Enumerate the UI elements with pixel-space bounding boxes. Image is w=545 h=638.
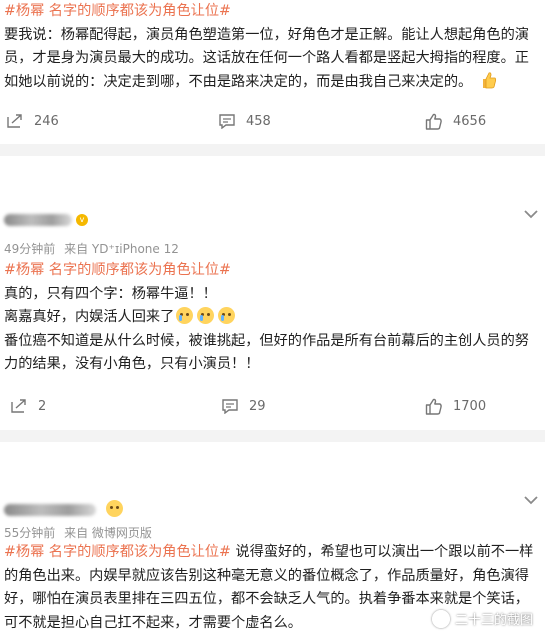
post-1-body: 要我说：杨幂配得起，演员角色塑造第一位，好角色才是正解。能让人想起角色的演员，才… <box>4 26 529 90</box>
post-time: 55分钟前 <box>4 526 56 540</box>
post-1-text: #杨幂 名字的顺序都该为角色让位# 要我说：杨幂配得起，演员角色塑造第一位，好角… <box>0 0 545 94</box>
comment-button[interactable]: 29 <box>221 393 266 419</box>
smiling-emoji-icon <box>106 500 123 517</box>
watermark-logo-icon <box>431 609 450 628</box>
post-time: 49分钟前 <box>4 242 56 256</box>
repost-icon <box>11 399 26 413</box>
blurred-username[interactable] <box>4 504 96 516</box>
repost-count: 246 <box>34 113 59 129</box>
like-button[interactable]: 4656 <box>425 108 486 134</box>
weibo-comment-feed: #杨幂 名字的顺序都该为角色让位# 要我说：杨幂配得起，演员角色塑造第一位，好角… <box>0 0 545 638</box>
repost-icon <box>7 114 22 128</box>
post-2-line-2: 离嘉真好，内娱活人回来了 <box>4 309 175 325</box>
post-3-meta: 55分钟前 来自 微博网页版 <box>4 524 157 541</box>
watermark: 二十三的截图 <box>431 609 533 628</box>
chevron-down-icon[interactable] <box>523 208 539 220</box>
post-separator <box>0 144 545 156</box>
crying-emoji-icon <box>176 307 194 324</box>
post-source: 来自 YD⁺ɪiPhone 12 <box>64 242 179 256</box>
comment-icon <box>219 114 235 129</box>
post-2-meta: 49分钟前 来自 YD⁺ɪiPhone 12 <box>4 240 184 257</box>
chevron-down-icon[interactable] <box>523 494 539 506</box>
post-2-actions: 2 29 1700 <box>0 393 545 419</box>
topic-hashtag[interactable]: #杨幂 名字的顺序都该为角色让位# <box>4 544 231 560</box>
post-1-actions: 246 458 4656 <box>0 108 545 134</box>
topic-hashtag[interactable]: #杨幂 名字的顺序都该为角色让位# <box>4 262 231 278</box>
repost-button[interactable]: 246 <box>6 108 59 134</box>
post-2-line-3: 番位癌不知道是从什么时候，被谁挑起，但好的作品是所有台前幕后的主创人员的努力的结… <box>4 332 529 373</box>
like-button[interactable]: 1700 <box>425 393 486 419</box>
like-icon <box>425 398 442 415</box>
like-count: 4656 <box>453 113 487 129</box>
post-2-text: #杨幂 名字的顺序都该为角色让位# 真的，只有四个字：杨幂牛逼！！ 离嘉真好，内… <box>0 259 545 377</box>
vip-badge-icon: v <box>76 214 88 226</box>
like-icon <box>425 113 442 130</box>
post-separator <box>0 430 545 442</box>
crying-emoji-icon <box>197 307 215 324</box>
comment-button[interactable]: 458 <box>218 108 271 134</box>
comment-count: 458 <box>246 113 271 129</box>
blurred-username[interactable] <box>4 214 72 226</box>
watermark-text: 二十三的截图 <box>454 613 533 628</box>
topic-hashtag[interactable]: #杨幂 名字的顺序都该为角色让位# <box>4 3 231 19</box>
crying-emoji-icon <box>218 307 236 324</box>
post-source: 来自 微博网页版 <box>64 526 152 540</box>
comment-count: 29 <box>249 398 266 414</box>
post-2: v 49分钟前 来自 YD⁺ɪiPhone 12 #杨幂 名字的顺序都该为角色让… <box>0 156 545 422</box>
repost-button[interactable]: 2 <box>10 393 46 419</box>
comment-icon <box>222 399 238 414</box>
like-count: 1700 <box>453 398 487 414</box>
thumbs-up-emoji-icon <box>481 71 497 89</box>
post-2-line-1: 真的，只有四个字：杨幂牛逼！！ <box>4 285 217 302</box>
repost-count: 2 <box>38 398 47 414</box>
